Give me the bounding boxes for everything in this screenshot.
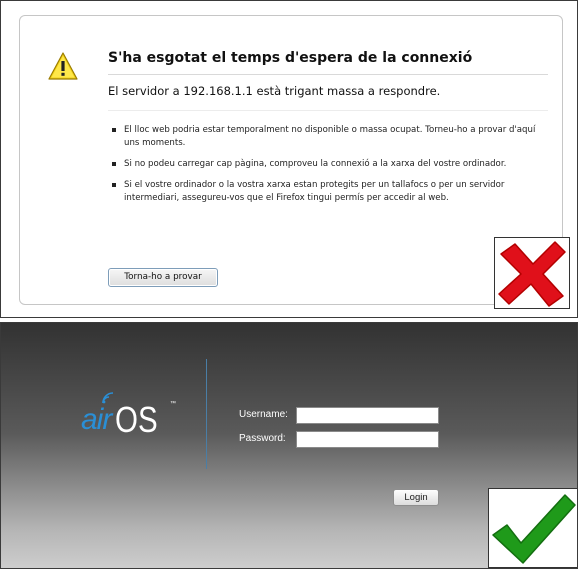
error-title: S'ha esgotat el temps d'espera de la con…	[108, 50, 473, 66]
password-label: Password:	[239, 433, 286, 444]
suggestion-item: Si no podeu carregar cap pàgina, comprov…	[112, 158, 542, 171]
warning-icon	[48, 52, 78, 80]
password-input[interactable]	[296, 431, 439, 448]
red-cross-icon	[498, 241, 566, 307]
logo-air-text: air	[81, 403, 112, 436]
logo-divider	[206, 359, 207, 469]
retry-button[interactable]: Torna-ho a provar	[108, 268, 218, 287]
error-subtitle: El servidor a 192.168.1.1 està trigant m…	[108, 84, 441, 98]
subtitle-divider	[108, 110, 548, 111]
failure-indicator	[494, 237, 570, 309]
title-divider	[108, 74, 548, 75]
green-check-icon	[492, 494, 576, 564]
username-input[interactable]	[296, 407, 439, 424]
logo-trademark: ™	[170, 401, 176, 407]
suggestion-item: El lloc web podria estar temporalment no…	[112, 124, 542, 150]
airos-logo: air OS ™	[81, 385, 181, 445]
error-message-box: S'ha esgotat el temps d'espera de la con…	[19, 15, 563, 305]
success-indicator	[488, 488, 577, 568]
connection-timeout-panel: S'ha esgotat el temps d'espera de la con…	[0, 0, 578, 318]
suggestion-list: El lloc web podria estar temporalment no…	[112, 124, 542, 213]
login-button[interactable]: Login	[393, 489, 439, 506]
logo-os-text: OS	[115, 399, 158, 440]
airos-login-panel: air OS ™ Username: Password: Login	[0, 322, 578, 569]
suggestion-item: Si el vostre ordinador o la vostra xarxa…	[112, 179, 542, 205]
username-label: Username:	[239, 409, 288, 420]
